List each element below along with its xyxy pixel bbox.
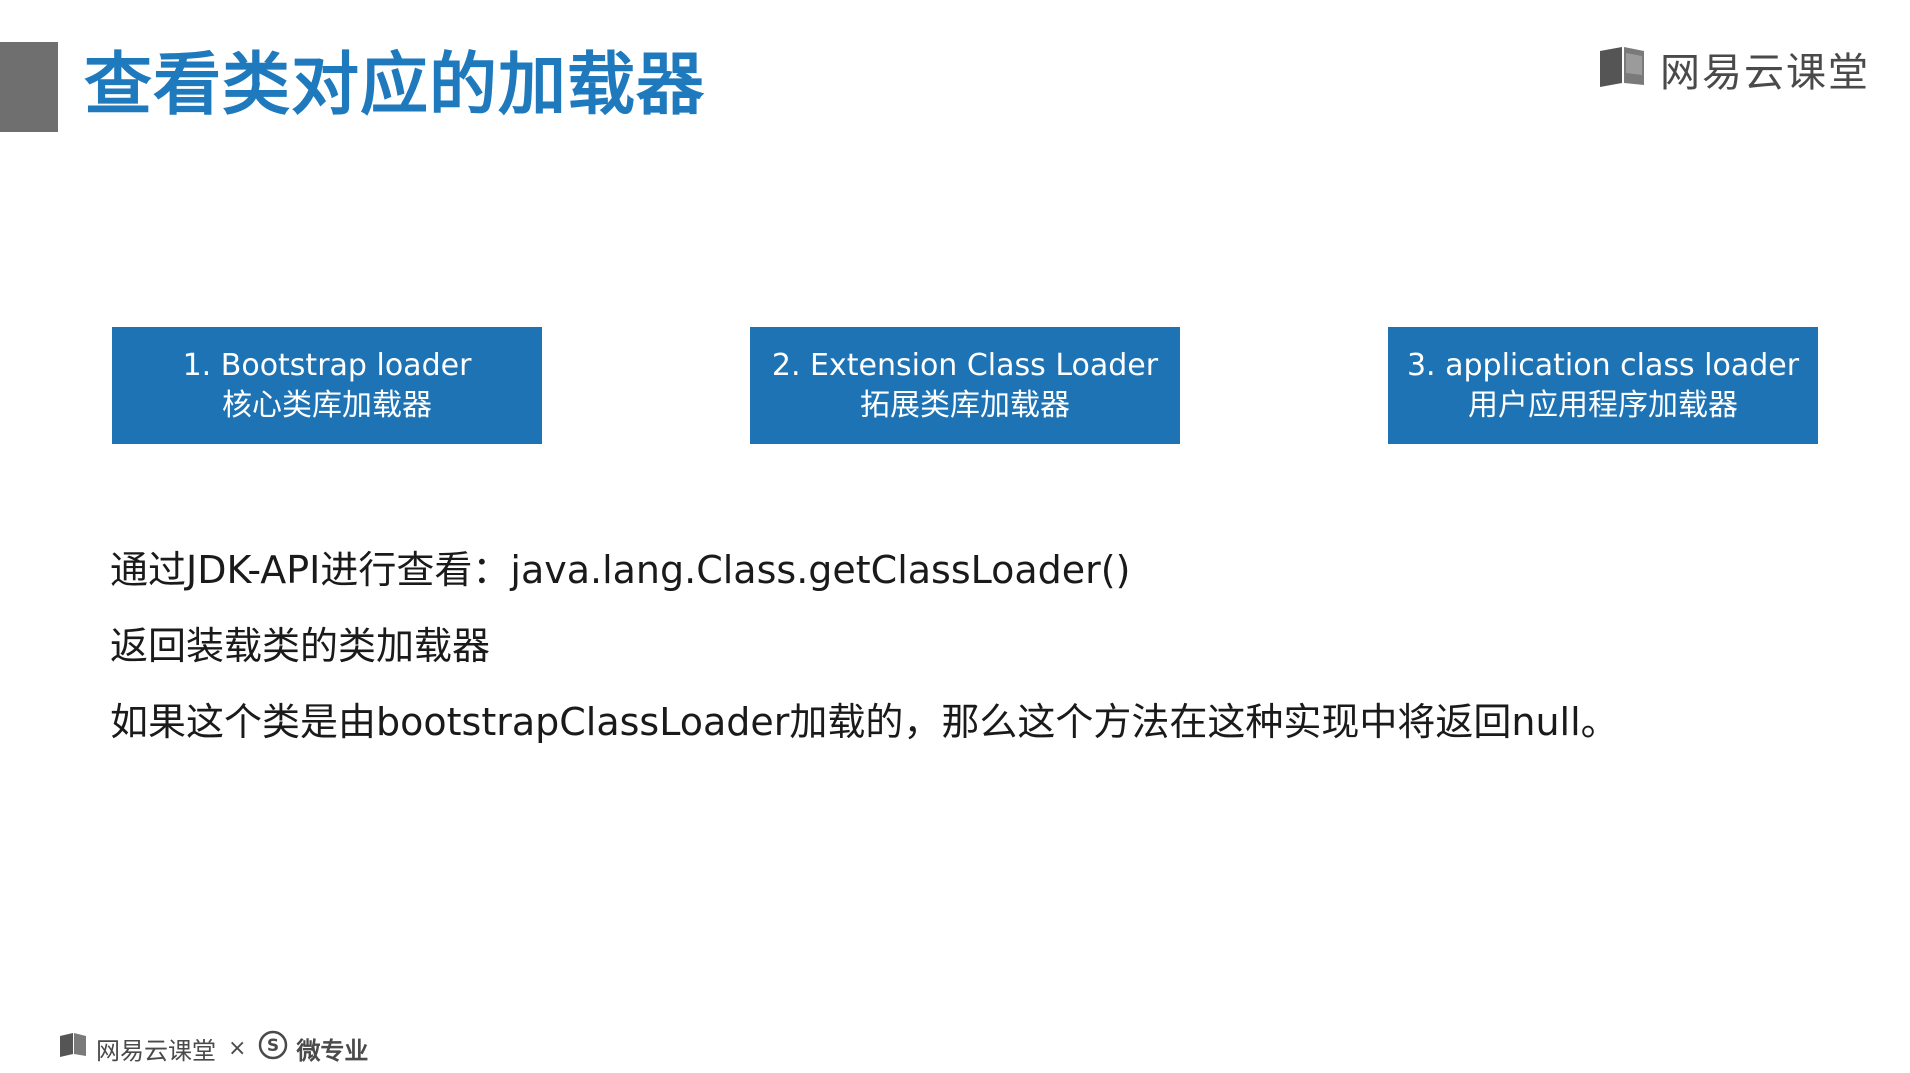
brand-logo: 网易云课堂 xyxy=(1596,44,1870,96)
loader-box-title: 1. Bootstrap loader xyxy=(182,347,472,383)
svg-text:S: S xyxy=(267,1036,279,1056)
book-icon xyxy=(1596,45,1648,93)
brand-name: 网易云课堂 xyxy=(1660,50,1870,96)
loader-box-title: 2. Extension Class Loader xyxy=(771,347,1159,383)
footer-partner-name: 微专业 xyxy=(296,1036,369,1065)
body-text-api: 通过JDK-API进行查看：java.lang.Class.getClassLo… xyxy=(110,548,1131,592)
loader-box-subtitle: 核心类库加载器 xyxy=(222,387,432,423)
page-title: 查看类对应的加载器 xyxy=(84,46,706,125)
footer-separator: × xyxy=(228,1035,247,1061)
loader-box-bootstrap: 1. Bootstrap loader 核心类库加载器 xyxy=(112,327,542,444)
body-text-null-note: 如果这个类是由bootstrapClassLoader加载的，那么这个方法在这种… xyxy=(110,700,1619,744)
loader-box-subtitle: 拓展类库加载器 xyxy=(860,387,1070,423)
footer-brand-name: 网易云课堂 xyxy=(96,1036,216,1065)
weizhuanye-logo-icon: S xyxy=(258,1030,288,1066)
book-icon xyxy=(58,1032,88,1064)
loader-box-subtitle: 用户应用程序加载器 xyxy=(1468,387,1738,423)
loader-box-application: 3. application class loader 用户应用程序加载器 xyxy=(1388,327,1818,444)
loader-box-extension: 2. Extension Class Loader 拓展类库加载器 xyxy=(750,327,1180,444)
body-text-return: 返回装载类的类加载器 xyxy=(110,624,491,668)
footer-brand: 网易云课堂 × S 微专业 xyxy=(58,1030,368,1066)
loader-box-title: 3. application class loader xyxy=(1406,347,1800,383)
title-accent-bar xyxy=(0,42,58,132)
